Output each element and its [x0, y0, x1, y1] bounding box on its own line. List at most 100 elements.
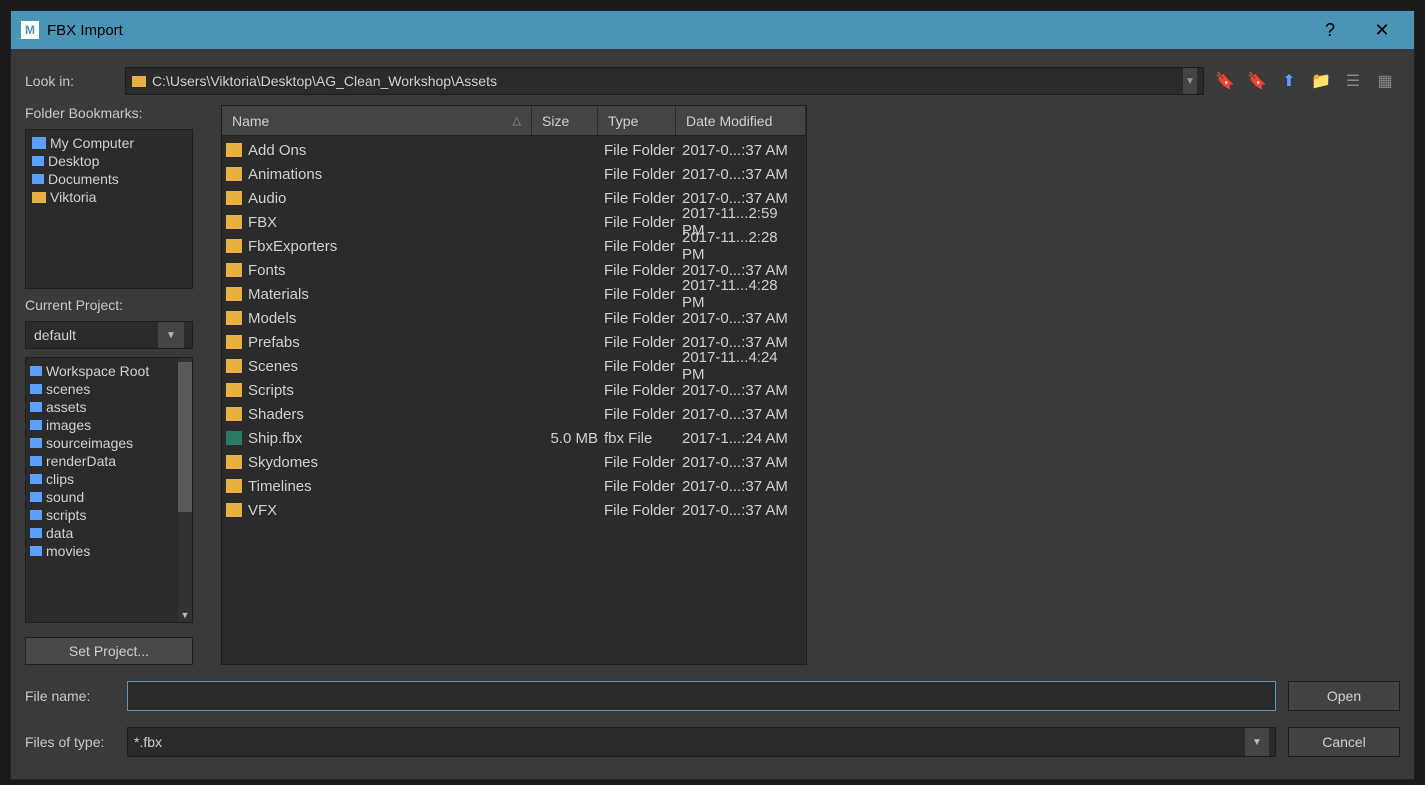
filename-input[interactable]	[127, 681, 1276, 711]
path-input[interactable]: C:\Users\Viktoria\Desktop\AG_Clean_Works…	[125, 67, 1204, 95]
folder-icon	[30, 456, 42, 466]
file-date: 2017-0...:37 AM	[682, 142, 802, 159]
workspace-item[interactable]: sound	[30, 488, 188, 506]
workspace-item[interactable]: assets	[30, 398, 188, 416]
folder-icon	[30, 474, 42, 484]
titlebar[interactable]: M FBX Import ? ✕	[11, 11, 1414, 49]
file-type: File Folder	[604, 454, 682, 471]
filetype-value: *.fbx	[134, 734, 162, 750]
file-name: Scripts	[248, 382, 538, 399]
file-size: 5.0 MB	[538, 430, 604, 447]
file-name: Skydomes	[248, 454, 538, 471]
folder-icon	[226, 383, 242, 397]
column-header: Name Size Type Date Modified	[222, 106, 806, 136]
file-row[interactable]: AnimationsFile Folder2017-0...:37 AM	[226, 162, 802, 186]
folder-icon	[32, 174, 44, 184]
file-name: Prefabs	[248, 334, 538, 351]
bookmark-item[interactable]: Desktop	[30, 152, 188, 170]
splitter-handle[interactable]: :::	[817, 378, 825, 393]
folder-icon	[30, 402, 42, 412]
col-date[interactable]: Date Modified	[676, 106, 806, 135]
file-row[interactable]: TimelinesFile Folder2017-0...:37 AM	[226, 474, 802, 498]
file-date: 2017-0...:37 AM	[682, 262, 802, 279]
file-type: fbx File	[604, 430, 682, 447]
file-name: VFX	[248, 502, 538, 519]
path-text: C:\Users\Viktoria\Desktop\AG_Clean_Works…	[152, 73, 1177, 89]
bookmarks-label: Folder Bookmarks:	[25, 105, 193, 121]
filename-label: File name:	[25, 688, 115, 704]
file-row[interactable]: Ship.fbx5.0 MBfbx File2017-1...:24 AM	[226, 426, 802, 450]
project-value: default	[34, 327, 76, 343]
col-size[interactable]: Size	[532, 106, 598, 135]
filetype-label: Files of type:	[25, 734, 115, 750]
file-row[interactable]: ScriptsFile Folder2017-0...:37 AM	[226, 378, 802, 402]
workspace-item[interactable]: clips	[30, 470, 188, 488]
file-row[interactable]: ScenesFile Folder2017-11...4:24 PM	[226, 354, 802, 378]
file-row[interactable]: Skydomes File Folder2017-0...:37 AM	[226, 450, 802, 474]
folder-icon	[226, 335, 242, 349]
folder-icon	[226, 263, 242, 277]
open-button[interactable]: Open	[1288, 681, 1400, 711]
file-type: File Folder	[604, 238, 682, 255]
scroll-thumb[interactable]	[178, 362, 192, 512]
file-row[interactable]: MaterialsFile Folder2017-11...4:28 PM	[226, 282, 802, 306]
set-project-button[interactable]: Set Project...	[25, 637, 193, 665]
folder-icon	[226, 311, 242, 325]
workspace-item[interactable]: renderData	[30, 452, 188, 470]
folder-icon	[226, 239, 242, 253]
new-folder-icon[interactable]: 📁	[1310, 70, 1332, 92]
folder-icon	[226, 191, 242, 205]
workspace-panel: Workspace Rootscenesassetsimagessourceim…	[25, 357, 193, 623]
workspace-item[interactable]: scenes	[30, 380, 188, 398]
bookmark-fwd-icon[interactable]: 🔖	[1246, 70, 1268, 92]
bookmarks-panel: My Computer Desktop Documents Viktoria	[25, 129, 193, 289]
chevron-down-icon[interactable]: ▼	[158, 322, 184, 348]
close-button[interactable]: ✕	[1360, 11, 1404, 49]
dialog-title: FBX Import	[47, 22, 123, 39]
bookmark-item[interactable]: Viktoria	[30, 188, 188, 206]
bookmark-item[interactable]: Documents	[30, 170, 188, 188]
cancel-button[interactable]: Cancel	[1288, 727, 1400, 757]
workspace-item[interactable]: sourceimages	[30, 434, 188, 452]
workspace-item[interactable]: images	[30, 416, 188, 434]
workspace-item[interactable]: movies	[30, 542, 188, 560]
folder-icon	[226, 503, 242, 517]
folder-icon	[226, 359, 242, 373]
help-button[interactable]: ?	[1308, 11, 1352, 49]
file-date: 2017-0...:37 AM	[682, 310, 802, 327]
col-type[interactable]: Type	[598, 106, 676, 135]
file-type: File Folder	[604, 262, 682, 279]
workspace-item[interactable]: data	[30, 524, 188, 542]
file-list: Name Size Type Date Modified Add OnsFile…	[221, 105, 807, 665]
folder-icon	[226, 143, 242, 157]
file-date: 2017-0...:37 AM	[682, 454, 802, 471]
file-row[interactable]: VFXFile Folder2017-0...:37 AM	[226, 498, 802, 522]
file-row[interactable]: ModelsFile Folder2017-0...:37 AM	[226, 306, 802, 330]
file-type: File Folder	[604, 214, 682, 231]
file-type: File Folder	[604, 502, 682, 519]
file-type: File Folder	[604, 334, 682, 351]
bookmark-item[interactable]: My Computer	[30, 134, 188, 152]
workspace-item[interactable]: Workspace Root	[30, 362, 188, 380]
scroll-down-icon[interactable]: ▼	[178, 608, 192, 622]
file-row[interactable]: Add OnsFile Folder2017-0...:37 AM	[226, 138, 802, 162]
filetype-select[interactable]: *.fbx ▼	[127, 727, 1276, 757]
scrollbar[interactable]: ▲ ▼	[178, 358, 192, 622]
workspace-item[interactable]: scripts	[30, 506, 188, 524]
folder-icon	[30, 366, 42, 376]
project-select[interactable]: default ▼	[25, 321, 193, 349]
path-dropdown[interactable]: ▼	[1183, 68, 1197, 94]
chevron-down-icon[interactable]: ▼	[1245, 728, 1269, 756]
file-row[interactable]: ShadersFile Folder2017-0...:37 AM	[226, 402, 802, 426]
col-name[interactable]: Name	[222, 106, 532, 135]
detail-view-icon[interactable]: ▦	[1374, 70, 1396, 92]
file-row[interactable]: FbxExportersFile Folder2017-11...2:28 PM	[226, 234, 802, 258]
up-folder-icon[interactable]: ⬆	[1278, 70, 1300, 92]
bookmark-back-icon[interactable]: 🔖	[1214, 70, 1236, 92]
list-view-icon[interactable]: ☰	[1342, 70, 1364, 92]
file-name: Timelines	[248, 478, 538, 495]
splitter-handle[interactable]: :::	[203, 378, 211, 393]
file-date: 2017-11...4:28 PM	[682, 277, 802, 311]
file-date: 2017-11...4:24 PM	[682, 349, 802, 383]
file-name: Models	[248, 310, 538, 327]
